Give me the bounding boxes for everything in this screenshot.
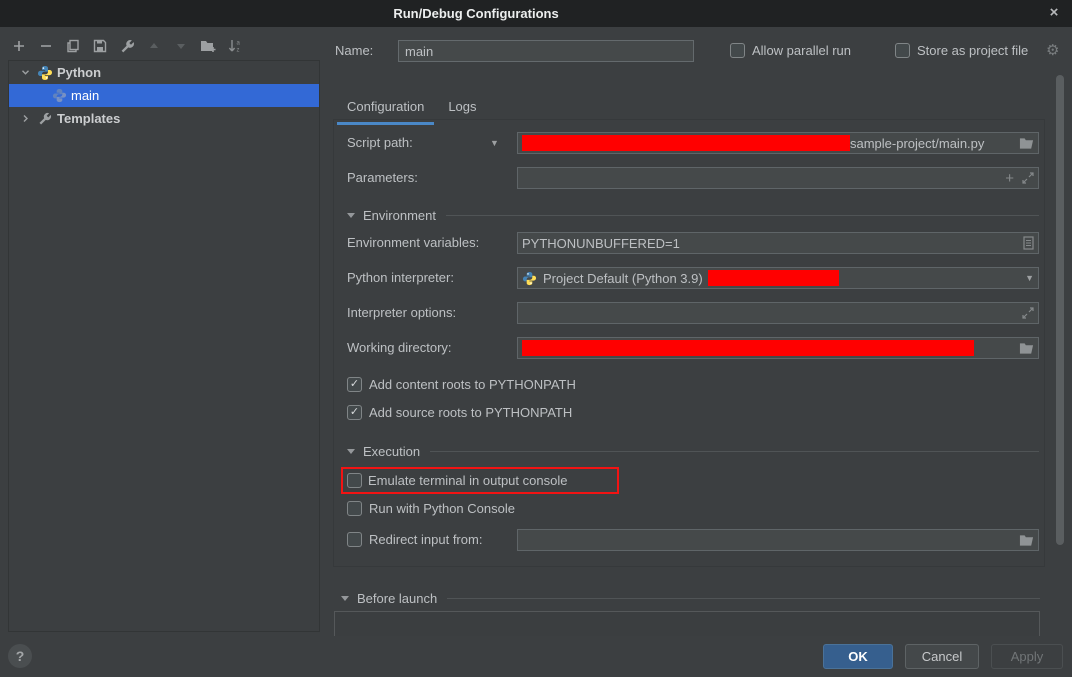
vertical-scrollbar[interactable] [1056, 75, 1064, 545]
allow-parallel-run-checkbox[interactable] [730, 43, 745, 58]
sort-alphabetically-icon[interactable]: az [226, 36, 244, 56]
before-launch-section-title: Before launch [357, 591, 437, 606]
name-input[interactable] [398, 40, 694, 62]
python-logo-icon [37, 65, 53, 81]
allow-parallel-run-label: Allow parallel run [752, 40, 851, 62]
environment-section-header[interactable]: Environment [347, 206, 1039, 224]
env-vars-label: Environment variables: [347, 232, 479, 254]
folder-icon[interactable] [1019, 534, 1034, 547]
tree-item-label: main [71, 88, 99, 103]
tree-item-label: Python [57, 65, 101, 80]
section-collapse-icon[interactable] [347, 449, 355, 454]
redaction-block [522, 135, 850, 151]
run-python-console-checkbox[interactable] [347, 501, 362, 516]
section-divider [430, 451, 1039, 452]
emulate-terminal-label: Emulate terminal in output console [368, 473, 567, 488]
folder-icon[interactable] [1019, 342, 1034, 355]
templates-wrench-icon [37, 112, 53, 126]
dialog-title: Run/Debug Configurations [393, 6, 558, 21]
ok-button[interactable]: OK [823, 644, 893, 669]
working-dir-label: Working directory: [347, 337, 452, 359]
parameters-label: Parameters: [347, 167, 418, 189]
folder-icon[interactable] [1019, 137, 1034, 150]
tree-item-templates[interactable]: Templates [9, 107, 319, 130]
tree-item-python[interactable]: Python [9, 61, 319, 84]
svg-text:z: z [236, 48, 239, 54]
section-collapse-icon[interactable] [347, 213, 355, 218]
section-divider [446, 215, 1039, 216]
interpreter-combobox[interactable]: Project Default (Python 3.9) ▼ [517, 267, 1039, 289]
gear-icon[interactable]: ⚙ [1046, 41, 1059, 59]
cancel-button[interactable]: Cancel [905, 644, 979, 669]
move-down-icon[interactable] [172, 36, 190, 56]
add-content-roots-checkbox[interactable]: ✓ [347, 377, 362, 392]
store-as-project-file-checkbox[interactable] [895, 43, 910, 58]
emulate-terminal-highlight: Emulate terminal in output console [341, 467, 619, 494]
interpreter-options-field[interactable] [517, 302, 1039, 324]
script-path-label: Script path: [347, 132, 413, 154]
redaction-block [522, 340, 974, 356]
add-source-roots-checkbox[interactable]: ✓ [347, 405, 362, 420]
tree-item-main[interactable]: main [9, 84, 319, 107]
script-path-dropdown-icon[interactable]: ▼ [490, 138, 499, 148]
chevron-right-icon[interactable] [17, 114, 33, 123]
section-divider [447, 598, 1040, 599]
save-icon[interactable] [91, 36, 109, 56]
interpreter-label: Python interpreter: [347, 267, 454, 289]
configurations-toolbar: az [10, 36, 244, 56]
svg-text:a: a [236, 41, 240, 47]
name-label: Name: [335, 40, 373, 62]
parameters-field[interactable]: + [517, 167, 1039, 189]
execution-section-header[interactable]: Execution [347, 442, 1039, 460]
add-content-roots-label: Add content roots to PYTHONPATH [369, 377, 576, 393]
close-icon[interactable]: × [1044, 3, 1064, 23]
script-path-value: sample-project/main.py [850, 136, 984, 151]
python-config-icon [51, 88, 67, 103]
emulate-terminal-checkbox[interactable] [347, 473, 362, 488]
redaction-block [708, 270, 839, 286]
add-source-roots-label: Add source roots to PYTHONPATH [369, 405, 572, 421]
section-collapse-icon[interactable] [341, 596, 349, 601]
env-vars-value: PYTHONUNBUFFERED=1 [522, 236, 680, 251]
configurations-tree: Python main Templates [8, 60, 320, 632]
environment-section-title: Environment [363, 208, 436, 223]
expand-field-icon[interactable] [1022, 307, 1034, 319]
working-dir-field[interactable] [517, 337, 1039, 359]
redirect-input-field[interactable] [517, 529, 1039, 551]
add-macro-icon[interactable]: + [1005, 170, 1014, 187]
chevron-down-icon[interactable]: ▼ [1025, 273, 1034, 283]
dialog-title-bar: Run/Debug Configurations × [0, 0, 1072, 27]
python-logo-icon [522, 271, 537, 286]
chevron-down-icon[interactable] [17, 68, 33, 77]
new-folder-icon[interactable] [199, 36, 217, 56]
help-button[interactable]: ? [8, 644, 32, 668]
browse-variables-icon[interactable] [1023, 236, 1034, 250]
store-as-project-file-label: Store as project file [917, 40, 1028, 62]
apply-button[interactable]: Apply [991, 644, 1063, 669]
redirect-input-label: Redirect input from: [369, 532, 482, 548]
expand-field-icon[interactable] [1022, 172, 1034, 184]
script-path-field[interactable]: sample-project/main.py [517, 132, 1039, 154]
run-python-console-label: Run with Python Console [369, 501, 515, 517]
redirect-input-checkbox[interactable] [347, 532, 362, 547]
move-up-icon[interactable] [145, 36, 163, 56]
before-launch-task-list[interactable] [334, 611, 1040, 636]
interpreter-value: Project Default (Python 3.9) [543, 271, 703, 286]
edit-templates-wrench-icon[interactable] [118, 36, 136, 56]
interpreter-options-label: Interpreter options: [347, 302, 456, 324]
before-launch-section-header[interactable]: Before launch [341, 589, 1040, 607]
remove-icon[interactable] [37, 36, 55, 56]
env-vars-field[interactable]: PYTHONUNBUFFERED=1 [517, 232, 1039, 254]
tree-item-label: Templates [57, 111, 120, 126]
execution-section-title: Execution [363, 444, 420, 459]
copy-icon[interactable] [64, 36, 82, 56]
add-icon[interactable] [10, 36, 28, 56]
